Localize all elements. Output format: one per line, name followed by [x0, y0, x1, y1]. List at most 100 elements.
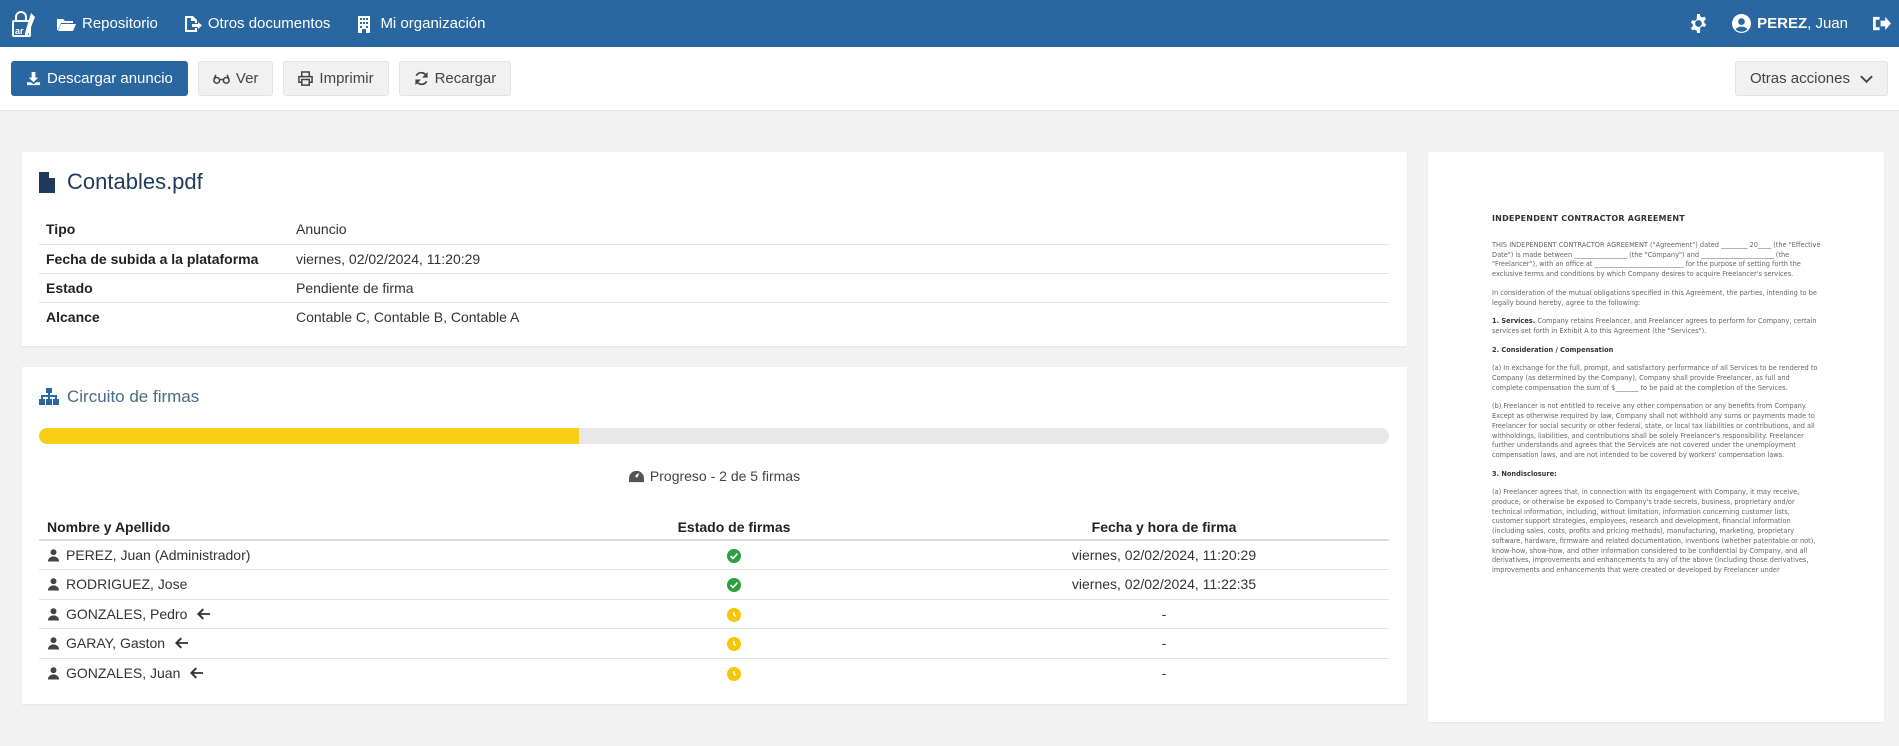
tachometer-icon — [628, 470, 644, 482]
glasses-icon — [213, 74, 230, 84]
arrow-left-icon — [197, 608, 211, 620]
signer-row: PEREZ, Juan (Administrador) viernes, 02/0… — [39, 540, 1389, 570]
signer-name: GONZALES, Pedro — [66, 605, 188, 622]
progress-bar-fill — [39, 428, 579, 444]
view-button[interactable]: Ver — [197, 61, 274, 96]
check-circle-icon — [727, 578, 741, 593]
progress-label: Progreso - 2 de 5 firmas — [22, 468, 1407, 484]
chevron-down-icon — [1860, 75, 1873, 83]
signer-row: GONZALES, Juan - — [39, 658, 1389, 688]
clock-icon — [727, 607, 741, 622]
circuit-title-label: Circuito de firmas — [67, 387, 200, 406]
gear-icon[interactable] — [1689, 14, 1708, 33]
info-value: Pendiente de firma — [289, 273, 1389, 303]
signer-name: PEREZ, Juan (Administrador) — [66, 547, 251, 563]
info-key: Estado — [39, 273, 289, 303]
preview-paragraph: (a) Freelancer agrees that, in connectio… — [1492, 488, 1816, 574]
preview-title: INDEPENDENT CONTRACTOR AGREEMENT — [1492, 214, 1685, 223]
arrow-left-icon — [175, 637, 189, 649]
svg-text:ar: ar — [15, 26, 24, 36]
signer-status-cell — [529, 540, 939, 570]
nav-repositorio-label: Repositorio — [82, 15, 158, 32]
preview-section-heading: 2. Consideration / Compensation — [1492, 345, 1614, 354]
preview-paragraph: (a) In exchange for the full, prompt, an… — [1492, 364, 1818, 392]
nav-mi-organizacion-label: Mi organización — [380, 15, 486, 32]
signatures-table-header: Nombre y Apellido Estado de firmas Fecha… — [39, 514, 1389, 541]
top-navbar: ar Repositorio Otros documentos Mi organ… — [0, 0, 1899, 47]
signer-name: GONZALES, Juan — [66, 665, 181, 681]
download-button-label: Descargar anuncio — [47, 70, 173, 87]
nav-mi-organizacion[interactable]: Mi organización — [354, 15, 486, 33]
download-icon — [26, 71, 41, 86]
column-header-date: Fecha y hora de firma — [939, 514, 1389, 541]
arrow-left-icon — [190, 667, 204, 679]
preview-paragraph: 1. Services. Company retains Freelancer,… — [1492, 317, 1822, 336]
signer-name-cell: GONZALES, Juan — [39, 658, 529, 688]
signer-name: RODRIGUEZ, Jose — [66, 576, 188, 593]
nav-repositorio[interactable]: Repositorio — [56, 15, 158, 33]
user-menu[interactable]: PEREZ, Juan — [1732, 14, 1848, 33]
user-icon — [47, 549, 60, 562]
info-value: Anuncio — [289, 215, 1389, 245]
signer-name-cell: PEREZ, Juan (Administrador) — [39, 540, 529, 570]
signer-name: GARAY, Gaston — [66, 635, 166, 652]
info-key: Fecha de subida a la plataforma — [39, 244, 289, 274]
download-button[interactable]: Descargar anuncio — [11, 61, 188, 96]
user-icon — [47, 578, 60, 591]
signer-date-cell: - — [1161, 665, 1167, 681]
column-header-status: Estado de firmas — [529, 514, 939, 541]
print-button-label: Imprimir — [319, 70, 374, 87]
user-first-name: , Juan — [1807, 15, 1848, 32]
file-export-icon — [184, 15, 202, 32]
user-icon — [47, 607, 60, 621]
info-row-estado: Estado Pendiente de firma — [39, 273, 1389, 303]
file-icon — [39, 171, 55, 193]
signer-status-cell — [529, 599, 939, 629]
building-icon — [358, 15, 371, 33]
signer-name-cell: RODRIGUEZ, Jose — [39, 569, 529, 600]
pdf-preview[interactable]: INDEPENDENT CONTRACTOR AGREEMENT THIS IN… — [1428, 152, 1884, 722]
document-title: Contables.pdf — [39, 169, 203, 195]
sitemap-icon — [39, 388, 59, 405]
user-last-name: PEREZ — [1757, 15, 1808, 32]
signatures-table: Nombre y Apellido Estado de firmas Fecha… — [39, 514, 1389, 688]
progress-label-text: Progreso - 2 de 5 firmas — [649, 468, 801, 484]
signer-name-cell: GONZALES, Pedro — [39, 599, 529, 629]
signer-row: GARAY, Gaston - — [39, 628, 1389, 659]
preview-paragraph: In consideration of the mutual obligatio… — [1492, 288, 1817, 307]
info-row-tipo: Tipo Anuncio — [39, 215, 1389, 245]
nav-otros-documentos[interactable]: Otros documentos — [182, 15, 330, 33]
info-row-alcance: Alcance Contable C, Contable B, Contable… — [39, 302, 1389, 331]
signer-status-cell — [529, 569, 939, 600]
more-actions-dropdown[interactable]: Otras acciones — [1734, 61, 1888, 96]
signer-row: RODRIGUEZ, Jose viernes, 02/02/2024, 11:2… — [39, 569, 1389, 600]
reload-button[interactable]: Recargar — [398, 61, 512, 96]
preview-section-text: Company retains Freelancer, and Freelanc… — [1492, 317, 1817, 335]
logout-icon[interactable] — [1872, 15, 1891, 32]
clock-icon — [727, 637, 741, 652]
signer-date-cell: viernes, 02/02/2024, 11:20:29 — [939, 540, 1389, 570]
info-key: Alcance — [46, 308, 100, 325]
document-filename: Contables.pdf — [67, 169, 203, 194]
signer-date-cell: - — [939, 599, 1389, 629]
signer-date-cell: - — [939, 628, 1389, 659]
info-value: Contable C, Contable B, Contable A — [296, 308, 520, 325]
app-logo[interactable]: ar — [8, 6, 44, 42]
signature-progress-bar — [39, 428, 1389, 444]
print-button[interactable]: Imprimir — [283, 61, 389, 96]
clock-icon — [727, 667, 741, 682]
signer-name-cell: GARAY, Gaston — [39, 628, 529, 659]
document-toolbar: Descargar anuncio Ver Imprimir Recargar … — [0, 47, 1899, 111]
user-icon — [47, 667, 60, 680]
info-value: viernes, 02/02/2024, 11:20:29 — [289, 244, 1389, 274]
circuit-title: Circuito de firmas — [39, 387, 199, 407]
check-circle-icon — [727, 549, 741, 564]
info-key: Tipo — [39, 215, 289, 245]
preview-section-heading: 1. Services. — [1492, 317, 1536, 326]
signatures-table-body: PEREZ, Juan (Administrador) viernes, 02/0… — [39, 540, 1389, 688]
signer-date-cell: viernes, 02/02/2024, 11:22:35 — [939, 569, 1389, 600]
document-info-table: Tipo Anuncio Fecha de subida a la plataf… — [39, 215, 1389, 331]
signer-row: GONZALES, Pedro - — [39, 599, 1389, 629]
preview-section-heading: 3. Nondisclosure: — [1492, 469, 1557, 478]
signature-circuit-card: Circuito de firmas Progreso - 2 de 5 fir… — [22, 367, 1407, 704]
